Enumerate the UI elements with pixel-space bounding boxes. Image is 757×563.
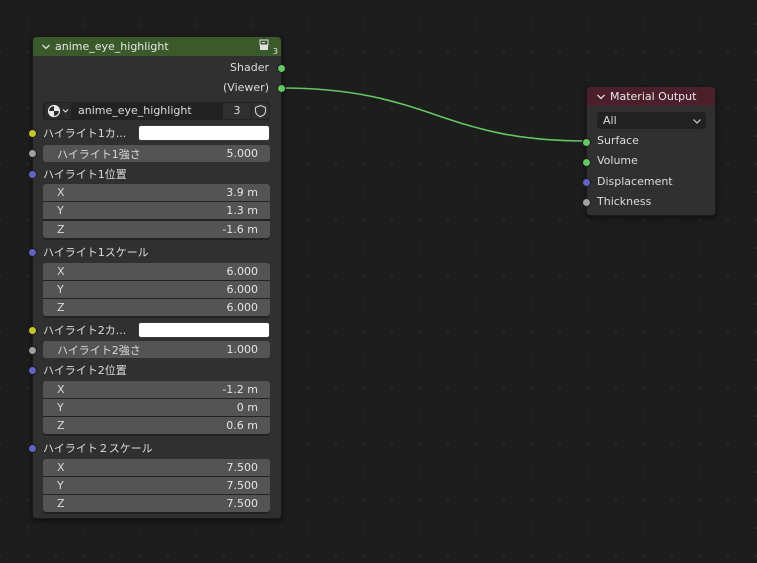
- y-value: 0 m: [236, 401, 258, 414]
- z-label: Z: [57, 223, 65, 236]
- x-value: 7.500: [226, 461, 259, 474]
- h2-strength-field[interactable]: ハイライト2強さ 1.000: [43, 341, 270, 358]
- z-value: 6.000: [226, 301, 259, 314]
- input-h1-scale-socket[interactable]: [28, 248, 37, 257]
- y-label: Y: [57, 479, 64, 492]
- group-node-header[interactable]: anime_eye_highlight 3: [33, 37, 281, 56]
- z-label: Z: [57, 497, 65, 510]
- material-output-title: Material Output: [610, 90, 697, 103]
- h1-scale-x-field[interactable]: X 6.000: [43, 263, 270, 280]
- y-label: Y: [57, 401, 64, 414]
- h1-position-z-field[interactable]: Z -1.6 m: [43, 221, 270, 238]
- h2-scale-y-field[interactable]: Y 7.500: [43, 477, 270, 494]
- input-displacement-socket[interactable]: [582, 178, 591, 187]
- input-h2-strength-socket[interactable]: [28, 346, 37, 355]
- x-value: 3.9 m: [226, 186, 258, 199]
- h1-position-vector: X 3.9 m Y 1.3 m Z -1.6 m: [43, 184, 270, 240]
- datablock-users-count[interactable]: 3: [223, 103, 251, 119]
- h2-position-y-field[interactable]: Y 0 m: [43, 399, 270, 416]
- x-label: X: [57, 265, 65, 278]
- h1-strength-label: ハイライト1強さ: [57, 147, 141, 161]
- y-value: 7.500: [226, 479, 259, 492]
- h2-position-z-field[interactable]: Z 0.6 m: [43, 417, 270, 434]
- input-h2-scale-socket[interactable]: [28, 444, 37, 453]
- input-h2-scale-label: ハイライト２スケール: [43, 442, 153, 455]
- y-value: 6.000: [226, 283, 259, 296]
- user-count-badge: 3: [272, 47, 278, 56]
- x-label: X: [57, 383, 65, 396]
- h1-position-x-field[interactable]: X 3.9 m: [43, 184, 270, 201]
- h2-color-swatch[interactable]: [138, 322, 270, 338]
- h1-color-swatch[interactable]: [138, 125, 270, 141]
- h2-strength-value: 1.000: [226, 343, 259, 356]
- node-tree-icon[interactable]: [45, 103, 71, 119]
- collapse-chevron-icon[interactable]: [41, 42, 51, 52]
- z-label: Z: [57, 419, 65, 432]
- material-output-header[interactable]: Material Output: [587, 87, 715, 106]
- h2-scale-z-field[interactable]: Z 7.500: [43, 495, 270, 512]
- input-volume-label: Volume: [597, 154, 638, 167]
- h2-position-x-field[interactable]: X -1.2 m: [43, 381, 270, 398]
- z-value: 7.500: [226, 497, 259, 510]
- h1-strength-field[interactable]: ハイライト1強さ 5.000: [43, 145, 270, 162]
- y-label: Y: [57, 204, 64, 217]
- input-h1-color-socket[interactable]: [28, 129, 37, 138]
- input-thickness-socket[interactable]: [582, 198, 591, 207]
- h2-position-vector: X -1.2 m Y 0 m Z 0.6 m: [43, 381, 270, 436]
- input-displacement-label: Displacement: [597, 175, 673, 188]
- input-h1-scale-label: ハイライト1スケール: [43, 246, 149, 259]
- target-value: All: [603, 114, 617, 127]
- y-label: Y: [57, 283, 64, 296]
- x-label: X: [57, 461, 65, 474]
- input-volume-socket[interactable]: [582, 158, 591, 167]
- h2-strength-label: ハイライト2強さ: [57, 343, 141, 357]
- input-h2-position-label: ハイライト2位置: [43, 364, 127, 377]
- z-label: Z: [57, 301, 65, 314]
- input-h1-color-label: ハイライト1カ...: [43, 127, 127, 140]
- target-dropdown[interactable]: All: [597, 112, 706, 129]
- datablock-name-field[interactable]: anime_eye_highlight: [72, 103, 222, 119]
- input-surface-label: Surface: [597, 134, 639, 147]
- h1-position-y-field[interactable]: Y 1.3 m: [43, 202, 270, 219]
- collapse-chevron-icon[interactable]: [596, 92, 606, 102]
- h1-scale-y-field[interactable]: Y 6.000: [43, 281, 270, 298]
- input-thickness-label: Thickness: [597, 195, 652, 208]
- input-h2-color-label: ハイライト2カ...: [43, 324, 127, 337]
- h1-scale-vector: X 6.000 Y 6.000 Z 6.000: [43, 263, 270, 318]
- z-value: -1.6 m: [222, 223, 258, 236]
- y-value: 1.3 m: [226, 204, 258, 217]
- output-viewer-label: (Viewer): [223, 81, 269, 94]
- input-h1-position-label: ハイライト1位置: [43, 168, 127, 181]
- input-h2-position-socket[interactable]: [28, 366, 37, 375]
- h1-strength-value: 5.000: [226, 147, 259, 160]
- output-shader-socket[interactable]: [277, 64, 286, 73]
- h2-scale-vector: X 7.500 Y 7.500 Z 7.500: [43, 459, 270, 514]
- x-value: 6.000: [226, 265, 259, 278]
- z-value: 0.6 m: [226, 419, 258, 432]
- fake-user-shield-icon[interactable]: [252, 103, 269, 119]
- input-h2-color-socket[interactable]: [28, 326, 37, 335]
- input-h1-strength-socket[interactable]: [28, 149, 37, 158]
- node-group-icon[interactable]: 3: [259, 39, 278, 56]
- input-h1-position-socket[interactable]: [28, 170, 37, 179]
- group-node-title: anime_eye_highlight: [55, 40, 169, 53]
- datablock-selector[interactable]: anime_eye_highlight 3: [43, 102, 270, 120]
- material-output-node[interactable]: Material Output All Surface Volume Displ…: [582, 86, 716, 216]
- h1-scale-z-field[interactable]: Z 6.000: [43, 299, 270, 316]
- h2-scale-x-field[interactable]: X 7.500: [43, 459, 270, 476]
- x-value: -1.2 m: [222, 383, 258, 396]
- output-shader-label: Shader: [230, 61, 269, 74]
- output-viewer-socket[interactable]: [277, 84, 286, 93]
- chevron-down-icon: [693, 118, 701, 124]
- input-surface-socket[interactable]: [582, 138, 591, 147]
- group-node[interactable]: anime_eye_highlight 3 Shader (Viewer) an…: [28, 36, 286, 519]
- x-label: X: [57, 186, 65, 199]
